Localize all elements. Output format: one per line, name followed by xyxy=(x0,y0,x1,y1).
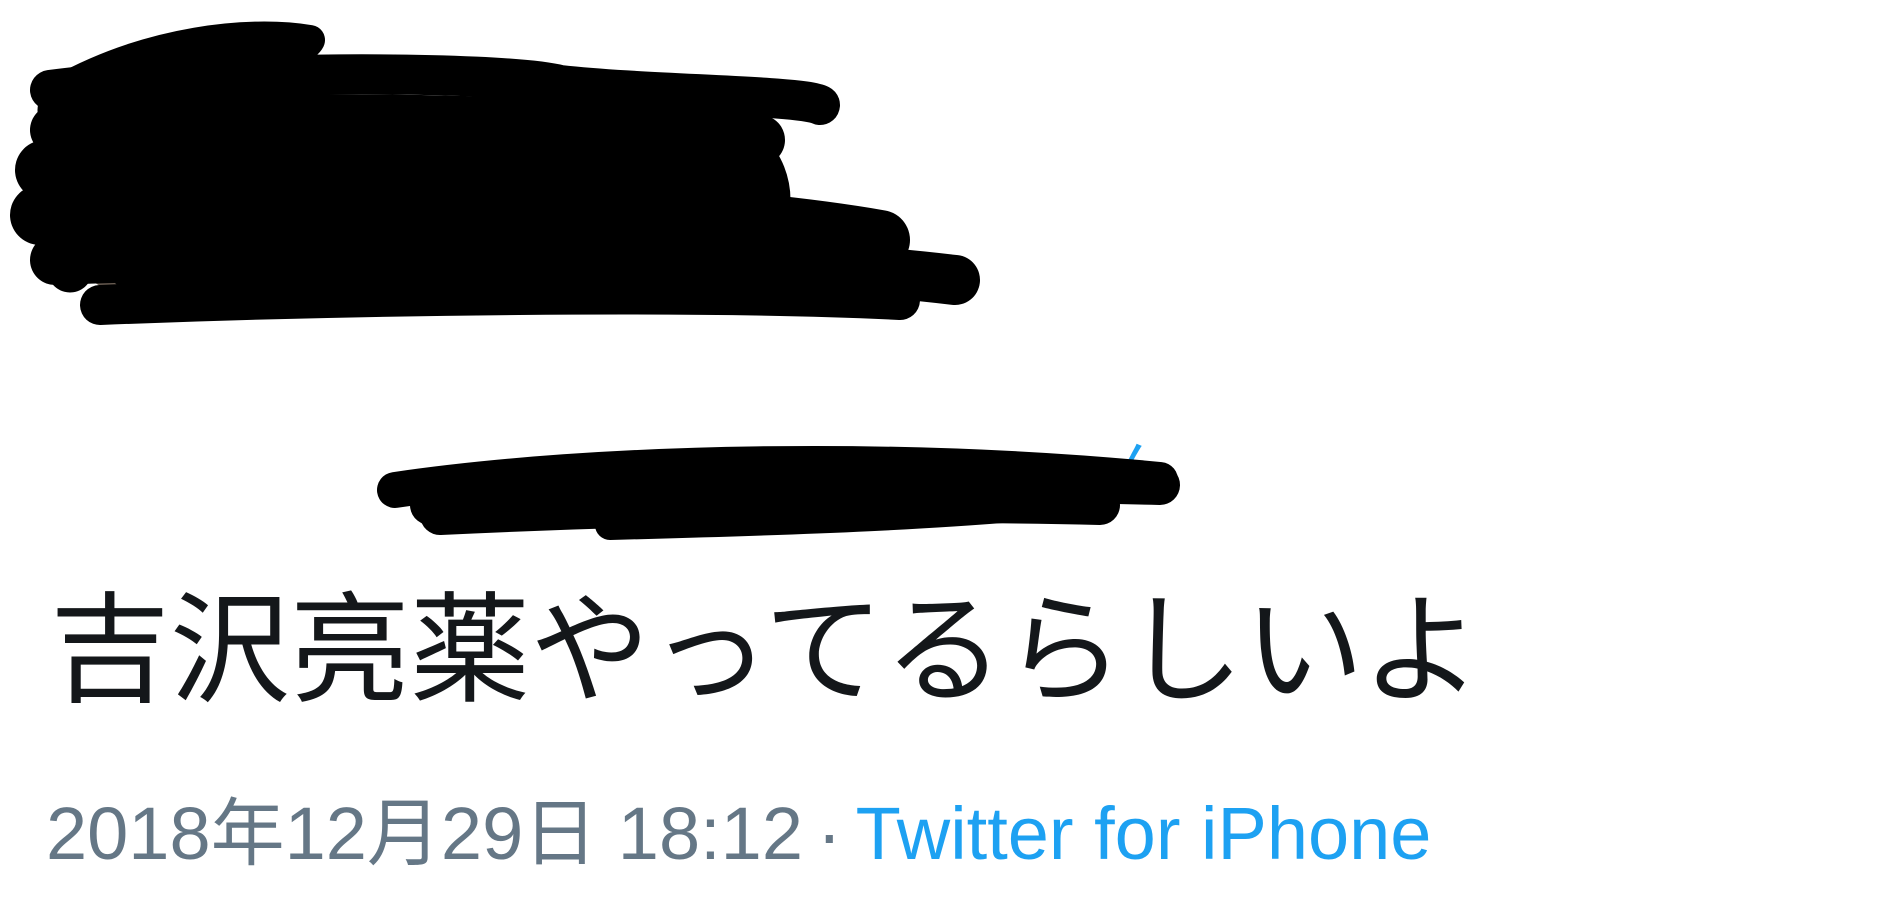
meta-separator: · xyxy=(816,792,842,875)
tweet-timestamp[interactable]: 2018年12月29日 18:12 xyxy=(46,792,803,875)
redaction-scribble xyxy=(10,21,1180,540)
avatar[interactable] xyxy=(44,80,264,300)
tweet-meta: 2018年12月29日 18:12 · Twitter for iPhone xyxy=(46,790,1431,879)
reply-to-link[interactable]: ん xyxy=(1110,440,1168,498)
username-handle[interactable]: que xyxy=(740,248,849,306)
tweet-source-link[interactable]: Twitter for iPhone xyxy=(856,792,1432,875)
tweet-text: 吉沢亮薬やってるらしいよ xyxy=(50,582,1482,721)
